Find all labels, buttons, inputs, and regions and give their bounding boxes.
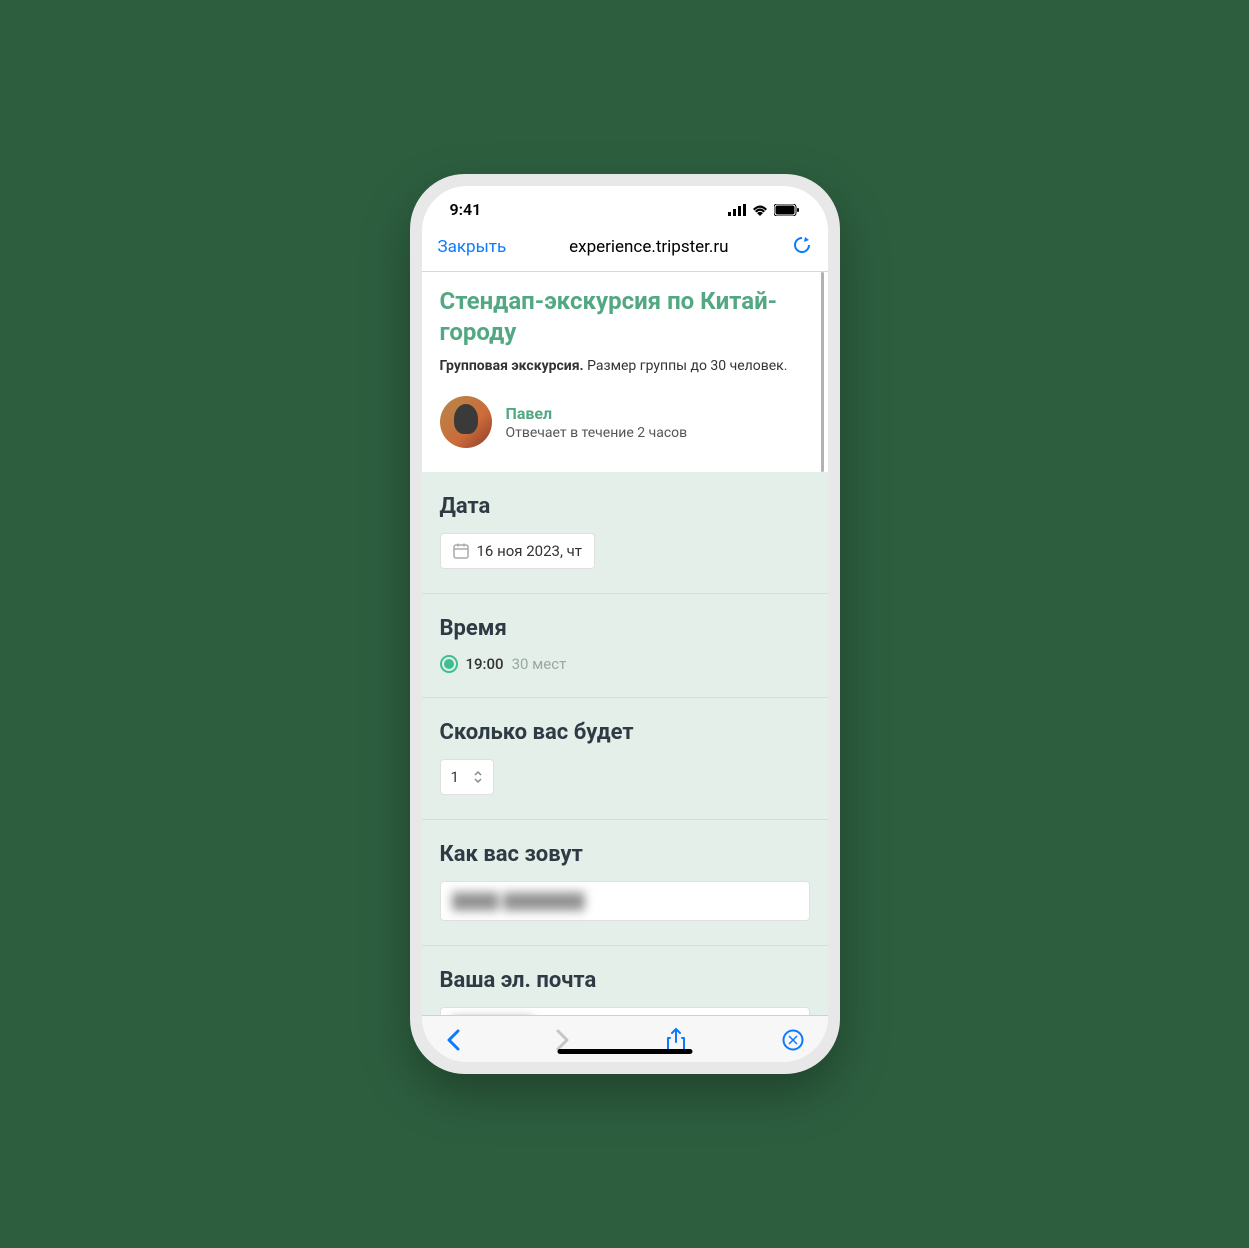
status-bar: 9:41 bbox=[422, 186, 828, 225]
time-seats: 30 мест bbox=[512, 655, 567, 673]
email-label: Ваша эл. почта bbox=[440, 968, 810, 993]
safari-button[interactable] bbox=[782, 1029, 804, 1051]
chevron-left-icon bbox=[446, 1029, 460, 1051]
forward-button bbox=[556, 1029, 570, 1051]
host-name: Павел bbox=[506, 404, 688, 423]
calendar-icon bbox=[453, 543, 469, 559]
phone-frame: 9:41 Закрыть experience.tripster.ru Стен… bbox=[410, 174, 840, 1074]
cellular-icon bbox=[728, 204, 746, 216]
stepper-icon bbox=[473, 770, 483, 784]
phone-screen: 9:41 Закрыть experience.tripster.ru Стен… bbox=[422, 186, 828, 1062]
name-input[interactable]: ████ ███████ bbox=[440, 881, 810, 921]
radio-selected-icon bbox=[440, 655, 458, 673]
reload-icon bbox=[792, 235, 812, 255]
browser-toolbar bbox=[422, 1015, 828, 1062]
count-select[interactable]: 1 bbox=[440, 759, 494, 795]
page-url: experience.tripster.ru bbox=[506, 237, 791, 257]
host-info: Павел Отвечает в течение 2 часов bbox=[506, 404, 688, 441]
name-value-masked: ████ ███████ bbox=[453, 892, 586, 910]
email-section: Ваша эл. почта ███████@rambler.ru bbox=[422, 946, 828, 1015]
time-option[interactable]: 19:00 30 мест bbox=[440, 655, 810, 673]
date-label: Дата bbox=[440, 494, 810, 519]
name-section: Как вас зовут ████ ███████ bbox=[422, 820, 828, 946]
date-section: Дата 16 ноя 2023, чт bbox=[422, 472, 828, 594]
email-input[interactable]: ███████@rambler.ru bbox=[440, 1007, 810, 1015]
close-button[interactable]: Закрыть bbox=[438, 237, 507, 257]
scroll-indicator[interactable] bbox=[821, 272, 824, 472]
booking-header: Стендап-экскурсия по Китай-городу Группо… bbox=[422, 272, 828, 472]
count-section: Сколько вас будет 1 bbox=[422, 698, 828, 820]
host-avatar bbox=[440, 396, 492, 448]
time-section: Время 19:00 30 мест bbox=[422, 594, 828, 698]
experience-tag: Групповая экскурсия. bbox=[440, 358, 584, 374]
date-input[interactable]: 16 ноя 2023, чт bbox=[440, 533, 596, 569]
time-value: 19:00 bbox=[466, 655, 504, 673]
battery-icon bbox=[774, 204, 800, 216]
experience-subtitle: Групповая экскурсия. Размер группы до 30… bbox=[440, 358, 810, 374]
compass-icon bbox=[782, 1029, 804, 1051]
name-label: Как вас зовут bbox=[440, 842, 810, 867]
back-button[interactable] bbox=[446, 1029, 460, 1051]
host-row[interactable]: Павел Отвечает в течение 2 часов bbox=[440, 396, 810, 448]
time-label: Время bbox=[440, 616, 810, 641]
home-indicator[interactable] bbox=[557, 1049, 692, 1054]
count-label: Сколько вас будет bbox=[440, 720, 810, 745]
date-value: 16 ноя 2023, чт bbox=[477, 542, 583, 560]
reload-button[interactable] bbox=[792, 235, 812, 259]
page-content[interactable]: Стендап-экскурсия по Китай-городу Группо… bbox=[422, 272, 828, 1015]
host-response-time: Отвечает в течение 2 часов bbox=[506, 425, 688, 441]
browser-navbar: Закрыть experience.tripster.ru bbox=[422, 225, 828, 272]
status-time: 9:41 bbox=[450, 200, 482, 219]
group-size: Размер группы до 30 человек. bbox=[584, 358, 788, 374]
wifi-icon bbox=[752, 204, 768, 216]
experience-title: Стендап-экскурсия по Китай-городу bbox=[440, 286, 810, 348]
chevron-right-icon bbox=[556, 1029, 570, 1051]
count-value: 1 bbox=[451, 768, 459, 786]
status-icons bbox=[728, 204, 800, 216]
